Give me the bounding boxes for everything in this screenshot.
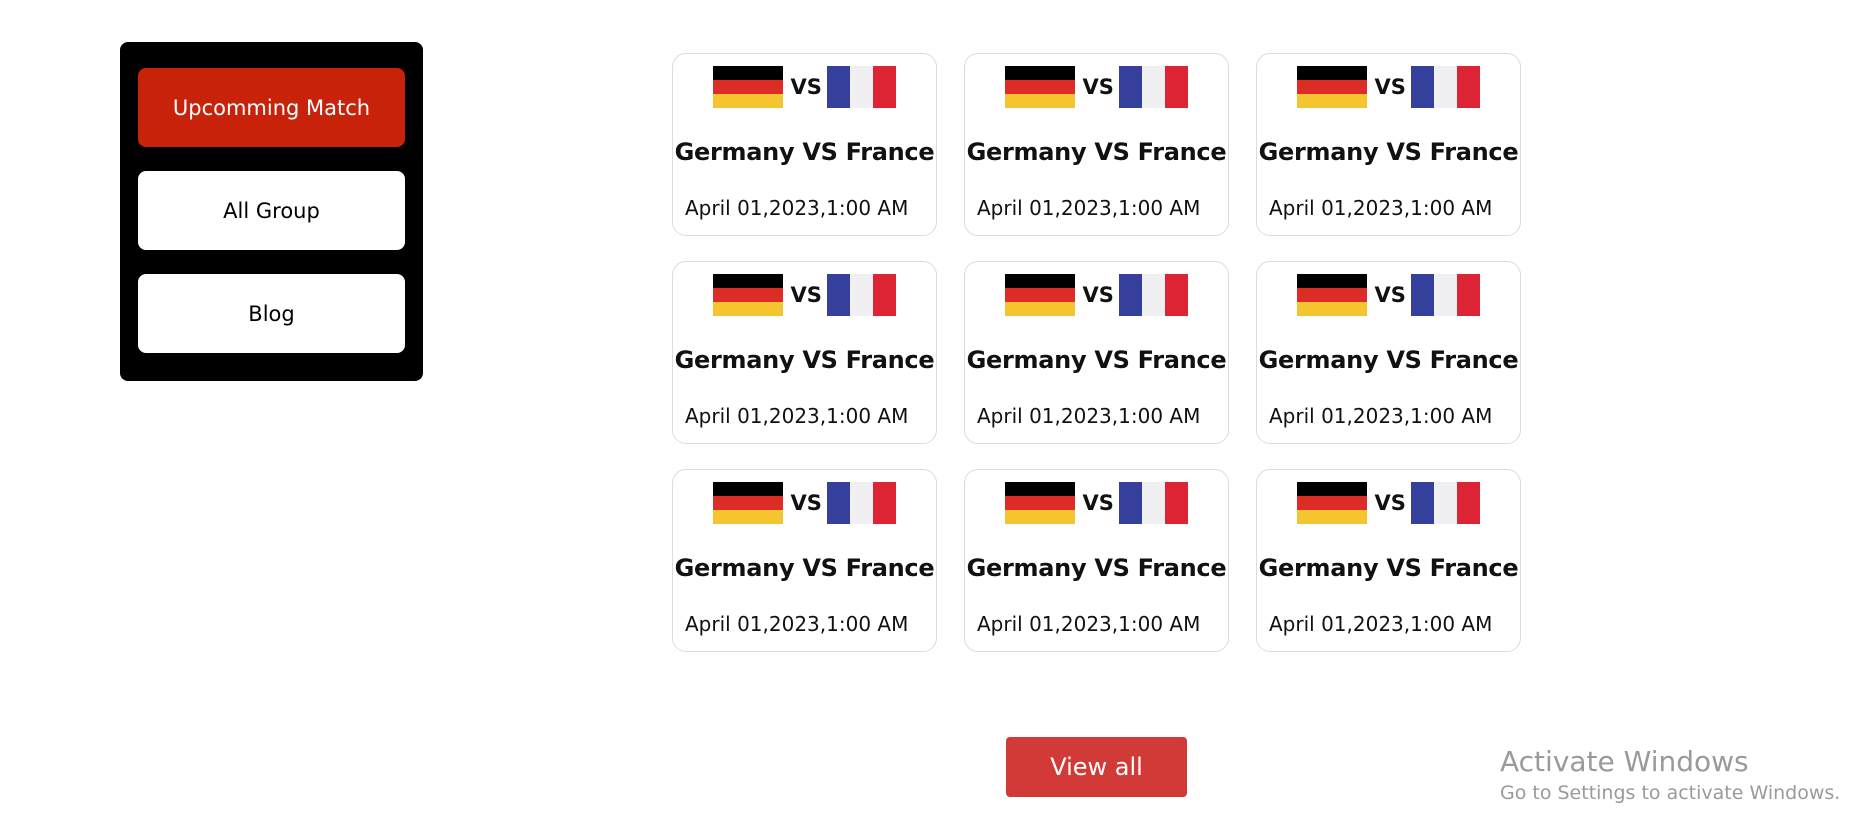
vs-label: VS — [1082, 283, 1114, 307]
view-all-button[interactable]: View all — [1006, 737, 1187, 797]
france-flag-icon — [1118, 66, 1189, 108]
germany-flag-icon — [712, 482, 783, 524]
germany-flag-icon — [1004, 482, 1075, 524]
vs-label: VS — [790, 75, 822, 99]
germany-flag-icon — [1296, 482, 1367, 524]
match-card[interactable]: VS Germany VS France April 01,2023,1:00 AM — [1256, 469, 1521, 652]
match-flags: VS — [673, 66, 936, 108]
watermark-title: Activate Windows — [1500, 745, 1749, 778]
france-flag-icon — [826, 482, 897, 524]
match-card[interactable]: VS Germany VS France April 01,2023,1:00 AM — [1256, 53, 1521, 236]
vs-label: VS — [790, 283, 822, 307]
match-card[interactable]: VS Germany VS France April 01,2023,1:00 AM — [672, 53, 937, 236]
match-date: April 01,2023,1:00 AM — [685, 612, 909, 636]
match-card[interactable]: VS Germany VS France April 01,2023,1:00 AM — [964, 469, 1229, 652]
match-card[interactable]: VS Germany VS France April 01,2023,1:00 AM — [672, 261, 937, 444]
germany-flag-icon — [1296, 274, 1367, 316]
match-date: April 01,2023,1:00 AM — [977, 196, 1201, 220]
match-title: Germany VS France — [1258, 138, 1519, 166]
match-title: Germany VS France — [966, 346, 1227, 374]
match-title: Germany VS France — [674, 554, 935, 582]
match-title: Germany VS France — [966, 138, 1227, 166]
vs-label: VS — [1374, 491, 1406, 515]
match-title: Germany VS France — [1258, 554, 1519, 582]
match-flags: VS — [965, 66, 1228, 108]
germany-flag-icon — [1004, 274, 1075, 316]
match-card[interactable]: VS Germany VS France April 01,2023,1:00 AM — [672, 469, 937, 652]
match-title: Germany VS France — [674, 138, 935, 166]
vs-label: VS — [1082, 491, 1114, 515]
match-title: Germany VS France — [966, 554, 1227, 582]
france-flag-icon — [1410, 66, 1481, 108]
match-flags: VS — [1257, 66, 1520, 108]
match-date: April 01,2023,1:00 AM — [685, 196, 909, 220]
activate-windows-watermark: Activate Windows Go to Settings to activ… — [1500, 745, 1840, 807]
match-date: April 01,2023,1:00 AM — [977, 612, 1201, 636]
vs-label: VS — [1374, 283, 1406, 307]
match-date: April 01,2023,1:00 AM — [1269, 404, 1493, 428]
vs-label: VS — [790, 491, 822, 515]
match-date: April 01,2023,1:00 AM — [977, 404, 1201, 428]
match-flags: VS — [965, 482, 1228, 524]
france-flag-icon — [1410, 274, 1481, 316]
page: Upcomming Match All Group Blog VS Germany… — [0, 0, 1864, 828]
match-flags: VS — [965, 274, 1228, 316]
sidebar-menu: Upcomming Match All Group Blog — [120, 42, 423, 381]
germany-flag-icon — [1296, 66, 1367, 108]
france-flag-icon — [826, 66, 897, 108]
watermark-subtitle: Go to Settings to activate Windows. — [1500, 782, 1841, 804]
germany-flag-icon — [712, 274, 783, 316]
vs-label: VS — [1374, 75, 1406, 99]
match-date: April 01,2023,1:00 AM — [1269, 196, 1493, 220]
match-flags: VS — [1257, 274, 1520, 316]
germany-flag-icon — [712, 66, 783, 108]
match-title: Germany VS France — [674, 346, 935, 374]
france-flag-icon — [1410, 482, 1481, 524]
match-card[interactable]: VS Germany VS France April 01,2023,1:00 AM — [1256, 261, 1521, 444]
match-date: April 01,2023,1:00 AM — [685, 404, 909, 428]
match-title: Germany VS France — [1258, 346, 1519, 374]
match-grid: VS Germany VS France April 01,2023,1:00 AM… — [672, 53, 1521, 652]
sidebar-item-upcoming-match[interactable]: Upcomming Match — [138, 68, 405, 147]
germany-flag-icon — [1004, 66, 1075, 108]
sidebar-item-all-group[interactable]: All Group — [138, 171, 405, 250]
match-flags: VS — [1257, 482, 1520, 524]
match-date: April 01,2023,1:00 AM — [1269, 612, 1493, 636]
sidebar-item-blog[interactable]: Blog — [138, 274, 405, 353]
vs-label: VS — [1082, 75, 1114, 99]
france-flag-icon — [1118, 274, 1189, 316]
match-card[interactable]: VS Germany VS France April 01,2023,1:00 AM — [964, 261, 1229, 444]
france-flag-icon — [1118, 482, 1189, 524]
match-card[interactable]: VS Germany VS France April 01,2023,1:00 AM — [964, 53, 1229, 236]
france-flag-icon — [826, 274, 897, 316]
match-flags: VS — [673, 274, 936, 316]
match-flags: VS — [673, 482, 936, 524]
